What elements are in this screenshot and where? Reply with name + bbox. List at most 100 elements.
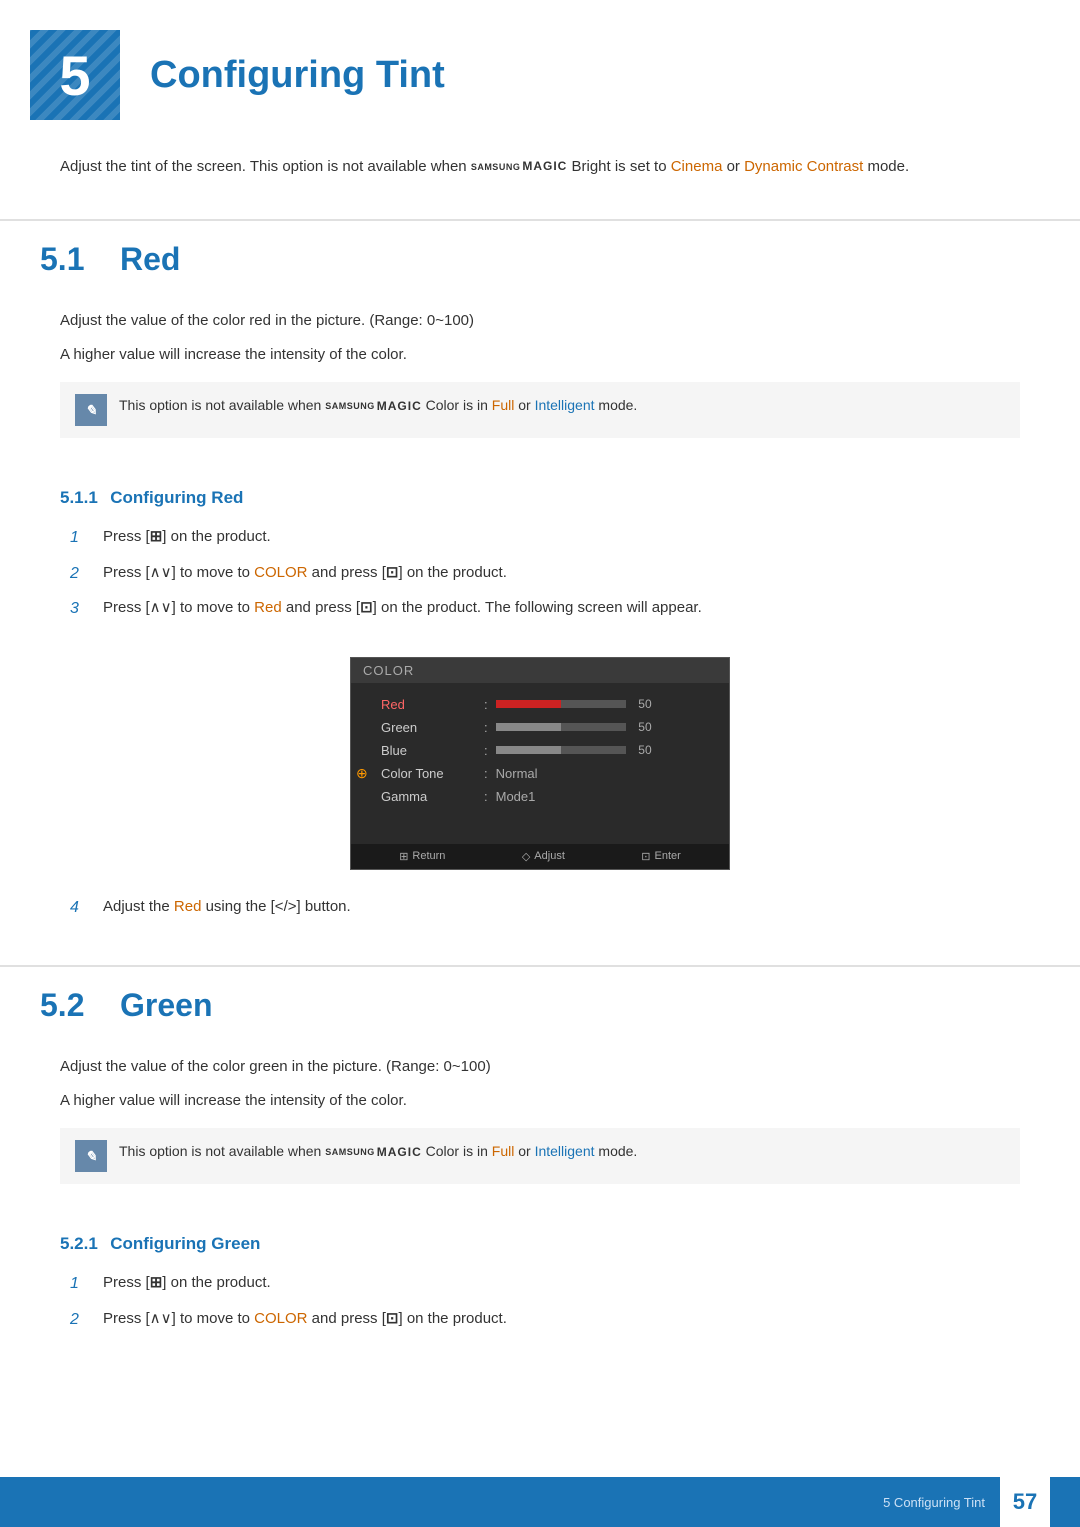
note-text: This option is not available when SAMSUN… [119, 394, 637, 416]
steps-521-list: 1 Press [⊞] on the product. 2 Press [∧∨]… [0, 1266, 1080, 1352]
osd-screen: COLOR Red : 50 Green : [350, 657, 730, 870]
osd-enter-label: Enter [654, 850, 680, 862]
osd-container: COLOR Red : 50 Green : [0, 657, 1080, 870]
brand-samsung-label: SAMSUNG [471, 163, 521, 172]
osd-label-blue: Blue [381, 743, 476, 758]
step-511-4: 4 Adjust the Red using the [</>] button. [70, 895, 1020, 921]
section-52-note: ✎ This option is not available when SAMS… [60, 1128, 1020, 1184]
osd-bar-blue-container: 50 [496, 743, 652, 757]
osd-bar-green [496, 723, 626, 731]
step-511-3-red: Red [254, 599, 282, 616]
step-521-1-num: 1 [70, 1271, 95, 1297]
osd-value-green: 50 [632, 720, 652, 734]
section-51-para1: Adjust the value of the color red in the… [60, 308, 1020, 334]
note-text-before: This option is not available when [119, 397, 325, 413]
step-511-2: 2 Press [∧∨] to move to COLOR and press … [70, 561, 1020, 587]
osd-return-label: Return [412, 850, 445, 862]
chapter-intro: Adjust the tint of the screen. This opti… [0, 140, 1080, 209]
osd-spacer [381, 808, 714, 826]
osd-bar-fill-blue [496, 746, 561, 754]
osd-footer-return: ⊞ Return [399, 850, 445, 863]
chapter-number-box: 5 [30, 30, 120, 120]
step-511-3-text: Press [∧∨] to move to Red and press [⊡] … [103, 596, 702, 620]
chapter-number: 5 [59, 43, 90, 108]
section-51-note: ✎ This option is not available when SAMS… [60, 382, 1020, 438]
note-text-before-52: This option is not available when [119, 1143, 325, 1159]
note-text-52: This option is not available when SAMSUN… [119, 1140, 637, 1162]
osd-bar-green-container: 50 [496, 720, 652, 734]
osd-sep-gamma: : [484, 789, 488, 804]
step-511-3: 3 Press [∧∨] to move to Red and press [⊡… [70, 596, 1020, 622]
osd-label-gamma: Gamma [381, 789, 476, 804]
osd-label-red: Red [381, 697, 476, 712]
osd-footer-adjust: ◇ Adjust [522, 850, 565, 863]
page: 5 Configuring Tint Adjust the tint of th… [0, 0, 1080, 1527]
section-51-num: 5.1 [40, 241, 100, 278]
osd-row-blue: Blue : 50 [381, 739, 714, 762]
osd-sep-red: : [484, 697, 488, 712]
note-icon-52: ✎ [75, 1140, 107, 1172]
section-51-para2: A higher value will increase the intensi… [60, 342, 1020, 368]
note-icon: ✎ [75, 394, 107, 426]
section-51-content: Adjust the value of the color red in the… [0, 293, 1080, 468]
osd-footer: ⊞ Return ◇ Adjust ⊡ Enter [351, 844, 729, 869]
step-511-4-num: 4 [70, 895, 95, 921]
section-51-header: 5.1 Red [0, 219, 1080, 293]
note-text-end-52: mode. [598, 1143, 637, 1159]
osd-bar-blue [496, 746, 626, 754]
osd-value-red: 50 [632, 697, 652, 711]
step-511-4-text: Adjust the Red using the [</>] button. [103, 895, 351, 919]
step-511-2-text: Press [∧∨] to move to COLOR and press [⊡… [103, 561, 507, 585]
osd-bar-red [496, 700, 626, 708]
intro-text-before: Adjust the tint of the screen. This opti… [60, 158, 471, 175]
osd-sep-colortone: : [484, 766, 488, 781]
step-511-2-color: COLOR [254, 564, 307, 581]
section-52-title: Green [120, 987, 212, 1024]
step-511-1-num: 1 [70, 525, 95, 551]
intro-text-end: mode. [867, 158, 909, 175]
brand-samsung-52: SAMSUNG [325, 1148, 375, 1157]
step-511-2-num: 2 [70, 561, 95, 587]
osd-sep-blue: : [484, 743, 488, 758]
note-text-end: mode. [598, 397, 637, 413]
subsection-521-title: Configuring Green [110, 1234, 260, 1253]
osd-return-icon: ⊞ [399, 850, 408, 863]
osd-label-green: Green [381, 720, 476, 735]
brand-magic-color-52: SAMSUNG MAGIC [325, 1143, 422, 1162]
osd-bar-red-container: 50 [496, 697, 652, 711]
step-521-2: 2 Press [∧∨] to move to COLOR and press … [70, 1307, 1020, 1333]
footer-page-number: 57 [1000, 1477, 1050, 1527]
intro-text-mid: Bright is set to [572, 158, 671, 175]
step-511-4-red: Red [174, 898, 202, 915]
subsection-521-num: 5.2.1 [60, 1234, 98, 1253]
section-52-num: 5.2 [40, 987, 100, 1024]
osd-body: Red : 50 Green : [351, 683, 729, 836]
brand-magic-51: MAGIC [377, 397, 422, 416]
osd-bar-fill-green [496, 723, 561, 731]
osd-title: COLOR [363, 663, 414, 678]
note-text-mid-52: Color is in [426, 1143, 492, 1159]
step-511-1: 1 Press [⊞] on the product. [70, 525, 1020, 551]
step-521-1: 1 Press [⊞] on the product. [70, 1271, 1020, 1297]
osd-value-gamma: Mode1 [496, 789, 536, 804]
section-52-para2: A higher value will increase the intensi… [60, 1088, 1020, 1114]
osd-value-blue: 50 [632, 743, 652, 757]
note-text-mid2: or [518, 397, 534, 413]
osd-row-gamma: Gamma : Mode1 [381, 785, 714, 808]
osd-value-colortone: Normal [496, 766, 538, 781]
page-footer: 5 Configuring Tint 57 [0, 1477, 1080, 1527]
section-52-content: Adjust the value of the color green in t… [0, 1039, 1080, 1214]
note-highlight-intelligent-52: Intelligent [535, 1143, 595, 1159]
steps-511-step4: 4 Adjust the Red using the [</>] button. [0, 890, 1080, 941]
osd-label-colortone: Color Tone [381, 766, 476, 781]
brand-magic-color-51: SAMSUNG MAGIC [325, 397, 422, 416]
subsection-521-header: 5.2.1 Configuring Green [0, 1214, 1080, 1266]
osd-footer-enter: ⊡ Enter [641, 850, 681, 863]
osd-row-colortone: ⊕ Color Tone : Normal [381, 762, 714, 785]
step-521-2-text: Press [∧∨] to move to COLOR and press [⊡… [103, 1307, 507, 1331]
note-highlight-intelligent-51: Intelligent [535, 397, 595, 413]
brand-magic-52: MAGIC [377, 1143, 422, 1162]
note-highlight-full-52: Full [492, 1143, 515, 1159]
brand-magic-bright: SAMSUNG MAGIC [471, 157, 568, 176]
subsection-511-num: 5.1.1 [60, 488, 98, 507]
